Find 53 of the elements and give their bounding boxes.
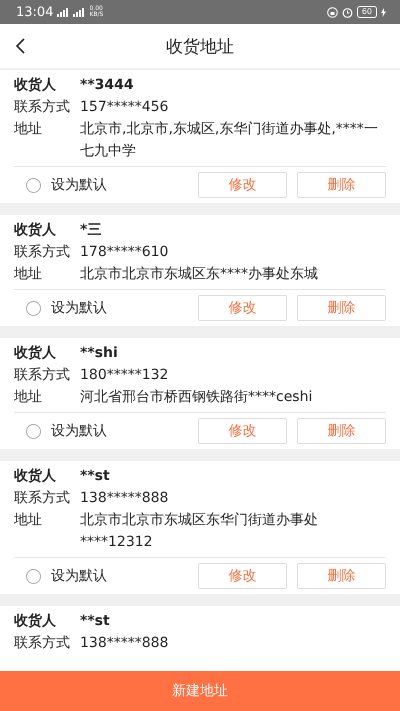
delete-button[interactable]: 删除 <box>297 563 386 589</box>
address-text: 北京市北京市东城区东华门街道办事处****12312 <box>80 511 319 552</box>
alarm-icon <box>342 6 353 18</box>
recipient-name: **st <box>80 467 110 486</box>
recipient-name: **st <box>80 612 110 631</box>
field-label: 联系方式 <box>14 489 71 508</box>
recipient-name: **3444 <box>80 76 134 95</box>
field-label: 收货人 <box>14 76 57 95</box>
default-radio[interactable] <box>26 424 41 438</box>
field-label: 联系方式 <box>14 634 71 653</box>
phone-number: 180*****132 <box>80 366 168 385</box>
default-radio[interactable] <box>26 178 41 192</box>
field-label: 收货人 <box>14 467 57 486</box>
signal-icon <box>57 8 70 16</box>
signal-icon <box>73 8 86 16</box>
field-label: 地址 <box>14 511 43 530</box>
recipient-name: **shi <box>80 344 118 363</box>
delete-button[interactable]: 删除 <box>297 172 386 198</box>
recipient-name: *三 <box>80 221 102 240</box>
field-label: 地址 <box>14 265 43 284</box>
edit-button[interactable]: 修改 <box>198 418 287 444</box>
address-text: 北京市北京市东城区东****办事处东城 <box>80 265 318 284</box>
edit-button[interactable]: 修改 <box>198 172 287 198</box>
page-title: 收货地址 <box>165 36 235 58</box>
field-label: 收货人 <box>14 344 57 363</box>
default-label: 设为默认 <box>51 422 108 440</box>
delete-button[interactable]: 删除 <box>297 295 386 321</box>
address-text: 北京市,北京市,东城区,东华门街道办事处,****一七九中学 <box>80 120 379 161</box>
default-label: 设为默认 <box>51 176 108 194</box>
phone-number: 138*****888 <box>80 634 168 653</box>
phone-number: 157*****456 <box>80 98 168 117</box>
new-address-button[interactable]: 新建地址 <box>0 671 400 711</box>
edit-button[interactable]: 修改 <box>198 295 287 321</box>
address-text: 河北省邢台市桥西钢铁路街****ceshi <box>80 388 312 407</box>
field-label: 地址 <box>14 120 43 139</box>
charging-icon <box>381 8 386 16</box>
phone-number: 138*****888 <box>80 489 168 508</box>
delete-button[interactable]: 删除 <box>297 418 386 444</box>
field-label: 联系方式 <box>14 98 71 117</box>
battery-level: 60 <box>356 6 377 18</box>
default-radio[interactable] <box>26 568 41 584</box>
default-radio[interactable] <box>26 300 41 316</box>
field-label: 地址 <box>14 388 43 407</box>
field-label: 联系方式 <box>14 366 71 385</box>
phone-number: 178*****610 <box>80 243 168 262</box>
edit-button[interactable]: 修改 <box>198 563 287 589</box>
default-label: 设为默认 <box>51 299 108 317</box>
lock-icon <box>326 6 338 18</box>
field-label: 收货人 <box>14 612 57 631</box>
status-time: 13:04 <box>16 4 54 20</box>
field-label: 收货人 <box>14 221 57 240</box>
default-label: 设为默认 <box>51 567 108 585</box>
field-label: 联系方式 <box>14 243 71 262</box>
